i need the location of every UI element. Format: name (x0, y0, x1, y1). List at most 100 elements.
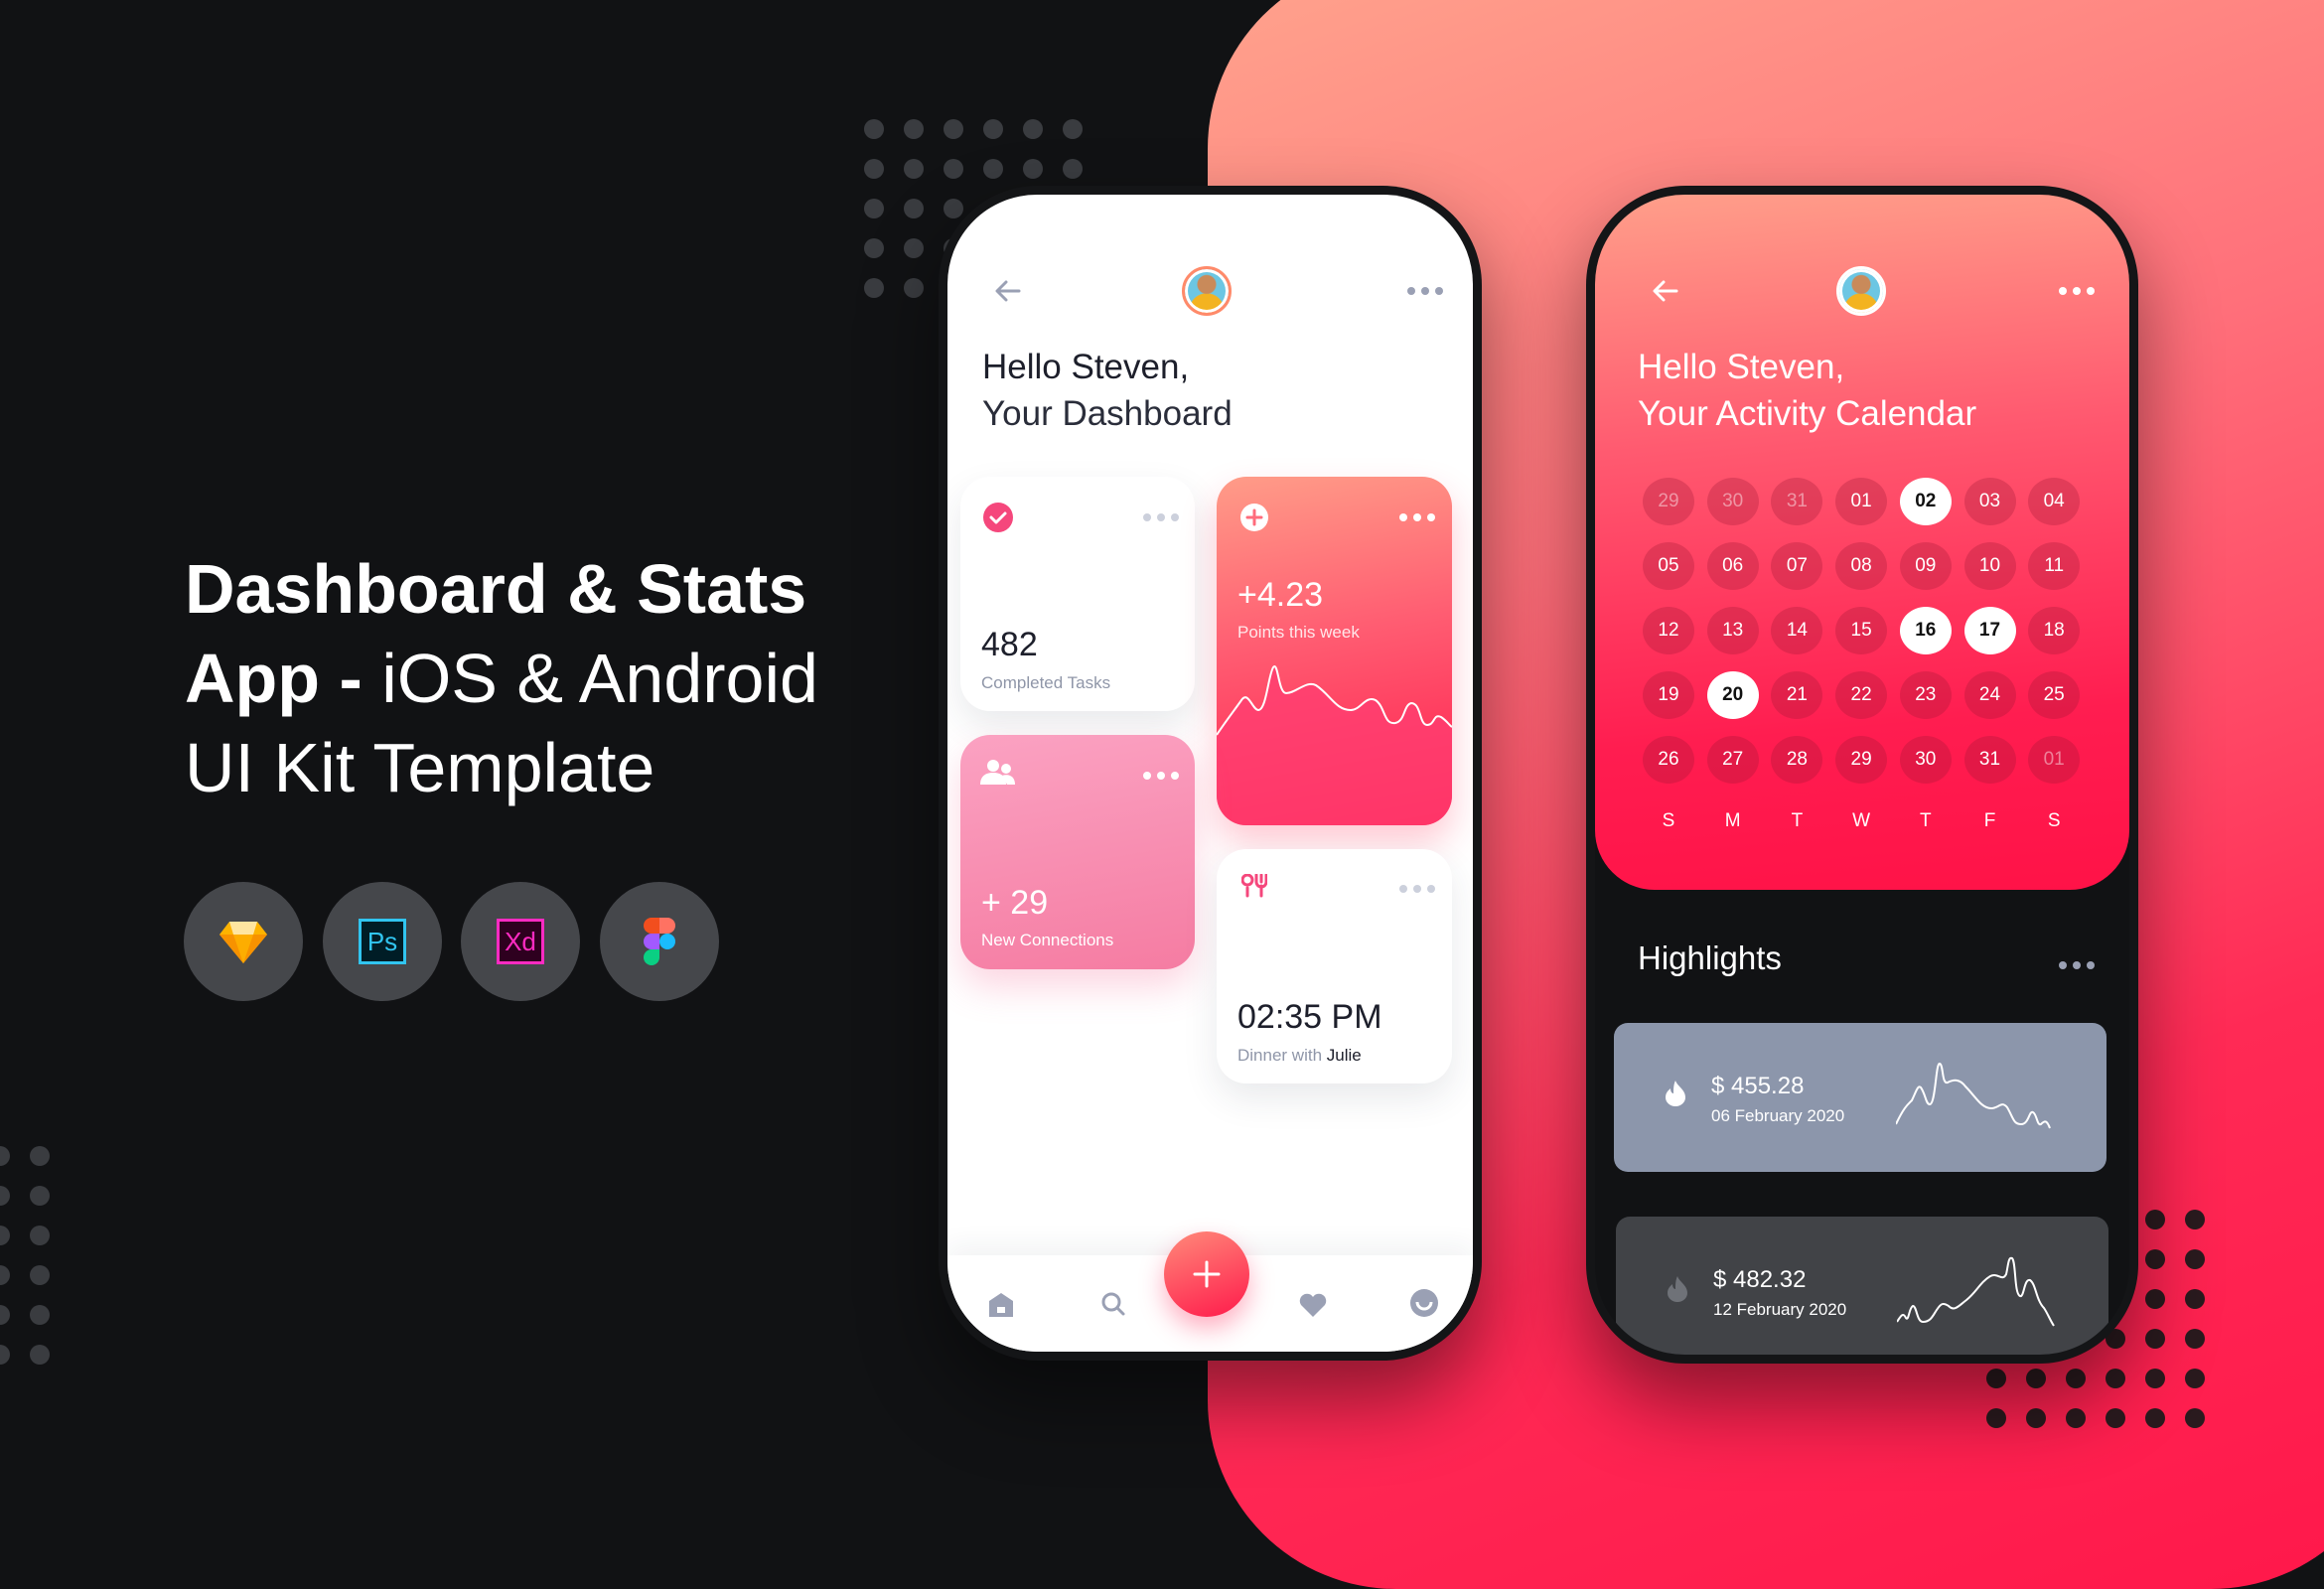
calendar-day[interactable]: 29 (1835, 736, 1888, 784)
decorative-dot (864, 278, 884, 298)
calendar-day[interactable]: 30 (1899, 736, 1952, 784)
calendar-day-selected[interactable]: 17 (1963, 607, 2016, 654)
more-options-icon[interactable] (1407, 287, 1443, 295)
calendar-day[interactable]: 12 (1643, 607, 1694, 654)
decorative-dot (1986, 1369, 2006, 1388)
sketch-diamond-icon (219, 922, 267, 963)
decorative-dot (904, 159, 924, 179)
calendar-day[interactable]: 21 (1771, 671, 1823, 719)
greeting: Hello Steven, Your Dashboard (982, 344, 1233, 437)
calendar-day[interactable]: 01 (2028, 736, 2081, 784)
decorative-dot (2145, 1408, 2165, 1428)
calendar-day-selected[interactable]: 02 (1899, 478, 1952, 525)
calendar-day[interactable]: 13 (1706, 607, 1759, 654)
new-connections-card[interactable]: + 29 New Connections (960, 735, 1195, 969)
avatar[interactable] (1836, 266, 1886, 316)
decorative-dot (2026, 1369, 2046, 1388)
weekday-label: M (1724, 810, 1741, 831)
decorative-dot (30, 1265, 50, 1285)
decorative-dot (1023, 159, 1043, 179)
decorative-dot (0, 1186, 10, 1206)
calendar-day[interactable]: 31 (1963, 736, 2016, 784)
hero-line-2-bold: App - (185, 640, 382, 717)
card-options-icon[interactable] (1399, 885, 1435, 893)
decorative-dot (904, 278, 924, 298)
calendar-day[interactable]: 26 (1643, 736, 1694, 784)
highlights-options-icon[interactable] (2059, 961, 2095, 969)
avatar[interactable] (1182, 266, 1232, 316)
check-circle-icon (983, 503, 1013, 532)
card-options-icon[interactable] (1143, 513, 1179, 521)
completed-tasks-card[interactable]: 482 Completed Tasks (960, 477, 1195, 711)
decorative-dot (2026, 1408, 2046, 1428)
greeting-name: Hello Steven, (982, 348, 1190, 386)
calendar-day[interactable]: 10 (1963, 542, 2016, 590)
calendar-day[interactable]: 23 (1899, 671, 1952, 719)
tasks-value: 482 (981, 626, 1038, 663)
event-card[interactable]: 02:35 PM Dinner with Julie (1217, 849, 1452, 1083)
decorative-dot (2066, 1369, 2086, 1388)
calendar-day[interactable]: 07 (1771, 542, 1823, 590)
calendar-day[interactable]: 28 (1771, 736, 1823, 784)
calendar-day[interactable]: 01 (1835, 478, 1888, 525)
decorative-dot (1063, 119, 1083, 139)
calendar-day[interactable]: 18 (2028, 607, 2081, 654)
home-icon[interactable] (987, 1291, 1015, 1317)
profile-icon[interactable] (1410, 1289, 1438, 1317)
highlight-amount: $ 482.32 (1713, 1266, 1807, 1293)
highlight-card[interactable]: $ 455.28 06 February 2020 (1614, 1023, 2106, 1172)
hero-line-2-light: iOS & Android (381, 640, 818, 717)
calendar-day[interactable]: 25 (2028, 671, 2081, 719)
calendar-day[interactable]: 04 (2028, 478, 2081, 525)
calendar-day[interactable]: 19 (1643, 671, 1694, 719)
calendar-day[interactable]: 08 (1835, 542, 1888, 590)
calendar-day[interactable]: 31 (1771, 478, 1823, 525)
page-title: Your Activity Calendar (1638, 394, 1977, 433)
hero-line-3: UI Kit Template (185, 729, 655, 806)
decorative-dot (30, 1146, 50, 1166)
decorative-dot (2185, 1329, 2205, 1349)
weekday-label: T (1919, 810, 1932, 831)
calendar-day[interactable]: 29 (1643, 478, 1694, 525)
heart-icon[interactable] (1299, 1293, 1327, 1317)
calendar-day[interactable]: 30 (1706, 478, 1759, 525)
calendar-day[interactable]: 05 (1643, 542, 1694, 590)
cutlery-icon (1241, 874, 1267, 898)
calendar-day[interactable]: 15 (1835, 607, 1888, 654)
decorative-dot (864, 199, 884, 218)
decorative-dot (2106, 1369, 2125, 1388)
calendar-day-selected[interactable]: 16 (1899, 607, 1952, 654)
calendar-day[interactable]: 09 (1899, 542, 1952, 590)
decorative-dot (983, 159, 1003, 179)
hero-title: Dashboard & Stats App - iOS & Android UI… (185, 544, 818, 812)
decorative-dot (2145, 1369, 2165, 1388)
weekday-label: S (2047, 810, 2061, 831)
card-options-icon[interactable] (1399, 513, 1435, 521)
plus-circle-icon (1240, 504, 1268, 531)
points-card[interactable]: +4.23 Points this week (1217, 477, 1452, 825)
users-icon (980, 760, 1015, 785)
more-options-icon[interactable] (2059, 287, 2095, 295)
search-icon[interactable] (1100, 1291, 1126, 1317)
calendar-day[interactable]: 14 (1771, 607, 1823, 654)
decorative-dot (944, 159, 963, 179)
add-button[interactable] (1164, 1231, 1249, 1317)
hero-line-1: Dashboard & Stats (185, 550, 807, 628)
back-arrow-icon[interactable] (1653, 280, 1678, 302)
calendar-day[interactable]: 24 (1963, 671, 2016, 719)
sketch-badge (184, 882, 303, 1001)
weekday-label: T (1791, 810, 1804, 831)
photoshop-icon: Ps (359, 919, 406, 964)
calendar-day[interactable]: 22 (1835, 671, 1888, 719)
calendar-day[interactable]: 11 (2028, 542, 2081, 590)
calendar-day[interactable]: 27 (1706, 736, 1759, 784)
decorative-dot (30, 1186, 50, 1206)
back-arrow-icon[interactable] (995, 280, 1021, 302)
highlight-card[interactable]: $ 482.32 12 February 2020 (1616, 1217, 2108, 1355)
calendar-day[interactable]: 06 (1706, 542, 1759, 590)
figma-icon (644, 918, 675, 965)
weekday-label: W (1852, 810, 1871, 831)
card-options-icon[interactable] (1143, 772, 1179, 780)
calendar-day-selected[interactable]: 20 (1706, 671, 1759, 719)
calendar-day[interactable]: 03 (1963, 478, 2016, 525)
